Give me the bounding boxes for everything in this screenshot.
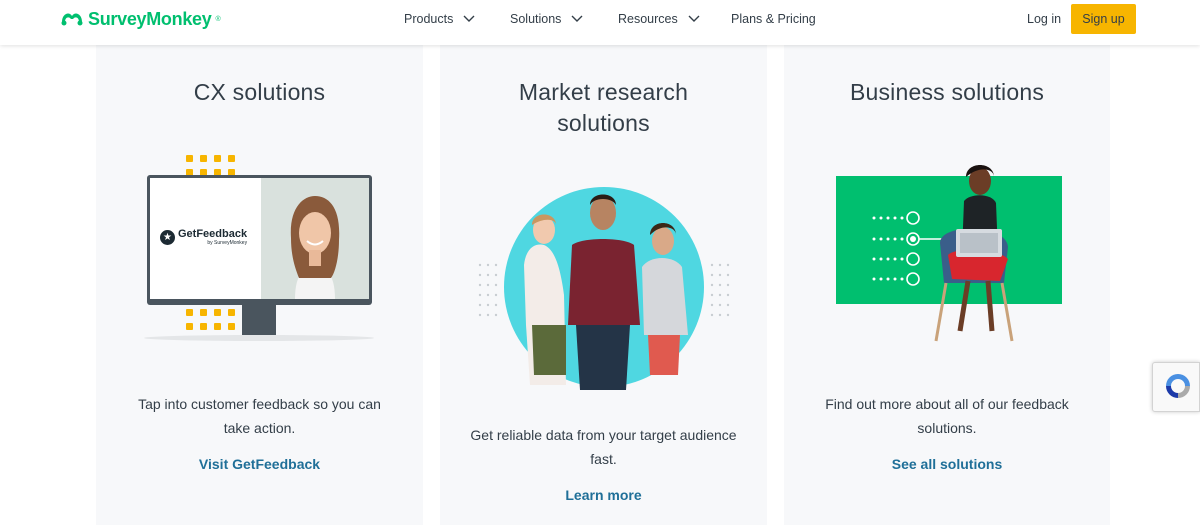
nav-resources-label: Resources bbox=[618, 12, 678, 26]
see-all-solutions-link[interactable]: See all solutions bbox=[784, 456, 1110, 472]
chevron-down-icon bbox=[463, 15, 475, 22]
nav-products-label: Products bbox=[404, 12, 454, 26]
nav-products[interactable]: Products bbox=[404, 12, 475, 26]
site-header: SurveyMonkey ® Products Solutions Resour… bbox=[0, 0, 1200, 45]
market-research-illustration bbox=[478, 187, 730, 390]
nav-plans-pricing-label: Plans & Pricing bbox=[731, 12, 816, 26]
nav-solutions[interactable]: Solutions bbox=[510, 12, 583, 26]
login-link[interactable]: Log in bbox=[1027, 12, 1061, 26]
chevron-down-icon bbox=[571, 15, 583, 22]
star-circle-icon: ★ bbox=[160, 229, 175, 245]
card-title: Business solutions bbox=[849, 79, 1045, 105]
monitor-illustration: ★ GetFeedback by SurveyMonkey bbox=[147, 175, 372, 305]
woman-portrait bbox=[290, 196, 340, 299]
monitor-screen-left: ★ GetFeedback by SurveyMonkey bbox=[150, 178, 261, 299]
decorative-dots-bottom-2 bbox=[186, 323, 235, 330]
monitor-screen-photo bbox=[261, 178, 369, 299]
decorative-dots-bottom bbox=[186, 309, 235, 316]
learn-more-link[interactable]: Learn more bbox=[440, 487, 767, 503]
surveymonkey-logo-icon bbox=[60, 8, 84, 31]
card-description: Get reliable data from your target audie… bbox=[470, 427, 737, 467]
nav-resources[interactable]: Resources bbox=[618, 12, 700, 26]
getfeedback-brand: GetFeedback bbox=[178, 228, 248, 240]
recaptcha-icon bbox=[1166, 374, 1190, 398]
brand-name: SurveyMonkey bbox=[88, 9, 212, 29]
visit-getfeedback-link[interactable]: Visit GetFeedback bbox=[96, 456, 423, 472]
card-cx-solutions: CX solutions ★ GetFeedback by SurveyMonk… bbox=[96, 45, 423, 525]
monitor-shadow bbox=[144, 335, 374, 341]
card-title: CX solutions bbox=[193, 79, 326, 105]
signup-button[interactable]: Sign up bbox=[1071, 4, 1136, 34]
card-description: Find out more about all of our feedback … bbox=[825, 396, 1069, 436]
surveymonkey-logo[interactable]: SurveyMonkey ® bbox=[60, 8, 221, 31]
card-business-solutions: Business solutions Find out more about a… bbox=[784, 45, 1110, 525]
getfeedback-sub: by SurveyMonkey bbox=[207, 240, 248, 246]
recaptcha-badge[interactable] bbox=[1152, 362, 1200, 412]
card-title: Market research solutions bbox=[518, 79, 689, 136]
card-description: Tap into customer feedback so you can ta… bbox=[138, 396, 381, 436]
card-market-research: Market research solutions Get reliable d… bbox=[440, 45, 767, 525]
nav-plans-pricing[interactable]: Plans & Pricing bbox=[731, 12, 816, 26]
decorative-dots-top bbox=[186, 155, 235, 162]
nav-solutions-label: Solutions bbox=[510, 12, 562, 26]
trademark: ® bbox=[215, 16, 221, 23]
chevron-down-icon bbox=[688, 15, 700, 22]
business-illustration bbox=[836, 165, 1062, 342]
